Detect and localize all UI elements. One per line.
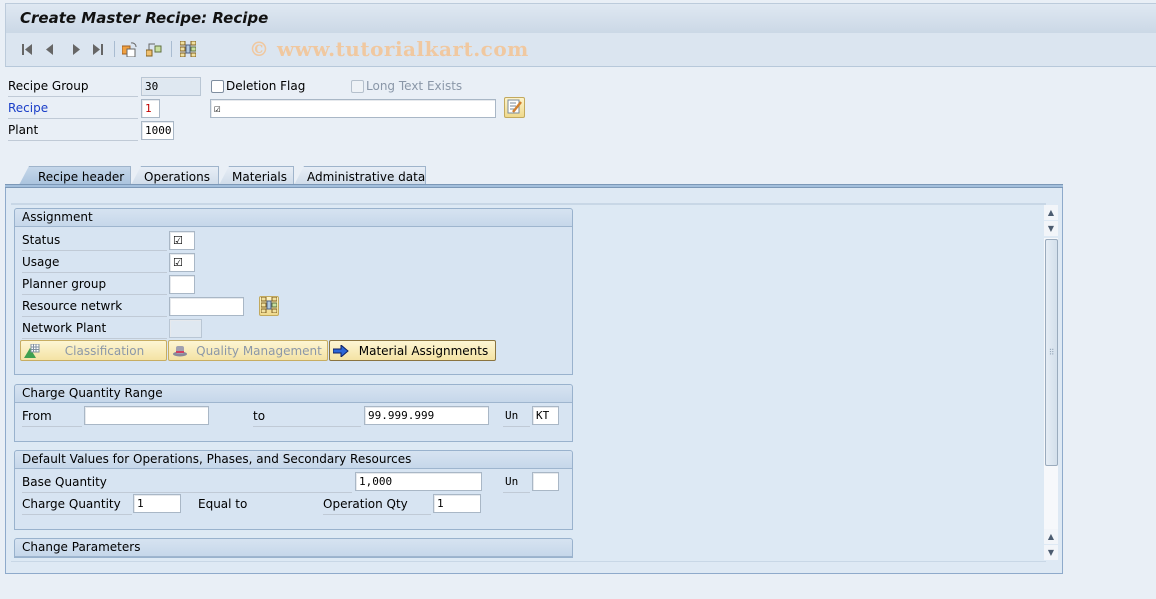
long-text-button[interactable] (504, 97, 525, 118)
arrow-up-icon: ▲ (1047, 532, 1055, 541)
from-label: From (22, 409, 82, 427)
base-unit-field[interactable] (532, 472, 559, 491)
usage-label: Usage (22, 255, 167, 273)
scrollbar-thumb[interactable]: ⠿ (1045, 239, 1058, 466)
tab-label: Administrative data (307, 170, 426, 184)
network-plant-field (169, 319, 202, 338)
tab-label: Materials (232, 170, 288, 184)
deletion-flag-checkbox[interactable] (211, 80, 224, 93)
required-entry-icon: ☑ (173, 234, 183, 247)
arrow-up-icon: ▲ (1047, 208, 1055, 217)
scroll-down-button[interactable]: ▼ (1044, 221, 1058, 236)
arrow-down-icon: ▼ (1047, 224, 1055, 233)
previous-icon[interactable] (42, 41, 58, 57)
to-label: to (253, 409, 361, 427)
tab-label: Operations (144, 170, 210, 184)
network-icon[interactable] (180, 41, 196, 57)
tab-label: Recipe header (38, 170, 125, 184)
charge-quantity-label: Charge Quantity (22, 497, 132, 515)
base-quantity-field[interactable]: 1,000 (355, 472, 482, 491)
toolbar-separator (114, 41, 115, 57)
group-title: Change Parameters (15, 539, 572, 557)
button-label: Classification (64, 343, 145, 358)
charge-to-field[interactable]: 99.999.999 (364, 406, 489, 425)
planner-group-label: Planner group (22, 277, 167, 295)
button-label: Quality Management (196, 343, 322, 358)
required-entry-icon: ☑ (214, 102, 221, 115)
group-title: Assignment (15, 209, 572, 227)
arrow-right-icon (330, 344, 352, 357)
recipe-group-label: Recipe Group (8, 79, 138, 97)
tab-operations[interactable]: Operations (131, 166, 219, 185)
status-label: Status (22, 233, 167, 251)
page-down-button[interactable]: ▼ (1044, 545, 1058, 560)
edit-icon (507, 99, 522, 117)
button-label: Material Assignments (358, 343, 489, 358)
scroll-up-button[interactable]: ▲ (1044, 205, 1058, 220)
unit-label: Un (503, 409, 530, 427)
plant-field[interactable]: 1000 (141, 121, 174, 140)
base-quantity-label: Base Quantity (22, 475, 352, 493)
next-icon[interactable] (68, 41, 84, 57)
copy-refresh-icon[interactable] (122, 41, 138, 57)
title-bar: Create Master Recipe: Recipe (5, 3, 1156, 33)
last-icon[interactable] (90, 41, 106, 57)
tab-administrative-data[interactable]: Administrative data (294, 166, 426, 185)
plant-label: Plant (8, 123, 138, 141)
required-entry-icon: ☑ (173, 256, 183, 269)
classification-icon (21, 343, 43, 358)
page-up-button[interactable]: ▲ (1044, 529, 1058, 544)
tab-recipe-header[interactable]: Recipe header (19, 166, 131, 185)
recipe-field[interactable]: 1 (141, 99, 160, 118)
long-text-exists-label: Long Text Exists (366, 79, 463, 93)
page-title: Create Master Recipe: Recipe (20, 9, 269, 27)
status-field[interactable]: ☑ (169, 231, 195, 250)
usage-field[interactable]: ☑ (169, 253, 195, 272)
recipe-label[interactable]: Recipe (8, 101, 138, 119)
network-plant-label: Network Plant (22, 321, 167, 339)
deletion-flag-label: Deletion Flag (226, 79, 306, 93)
tab-materials[interactable]: Materials (219, 166, 294, 185)
unit-label: Un (503, 475, 530, 493)
hierarchy-icon[interactable] (146, 41, 162, 57)
watermark: © www.tutorialkart.com (249, 37, 529, 61)
recipe-group-field[interactable]: 30 (141, 77, 201, 96)
group-title: Default Values for Operations, Phases, a… (15, 451, 572, 469)
recipe-description-field[interactable]: ☑ (210, 99, 496, 118)
charge-quantity-field[interactable]: 1 (133, 494, 181, 513)
arrow-down-icon: ▼ (1047, 548, 1055, 557)
resource-network-button[interactable] (259, 296, 279, 316)
charge-from-field[interactable] (84, 406, 209, 425)
planner-group-field[interactable] (169, 275, 195, 294)
charge-unit-field[interactable]: KT (532, 406, 559, 425)
grip-icon: ⠿ (1048, 348, 1055, 357)
resource-network-field[interactable] (169, 297, 244, 316)
quality-management-button[interactable]: Quality Management (168, 340, 328, 361)
application-toolbar: © www.tutorialkart.com (5, 33, 1156, 67)
operation-qty-label: Operation Qty (323, 497, 431, 515)
classification-button[interactable]: Classification (20, 340, 167, 361)
equal-to-label: Equal to (198, 497, 248, 511)
network-icon (260, 296, 278, 316)
long-text-exists-checkbox (351, 80, 364, 93)
toolbar-separator (171, 41, 172, 57)
operation-qty-field[interactable]: 1 (433, 494, 481, 513)
quality-hat-icon (169, 344, 191, 357)
change-parameters-group: Change Parameters (14, 538, 573, 558)
material-assignments-button[interactable]: Material Assignments (329, 340, 496, 361)
resource-network-label: Resource netwrk (22, 299, 167, 317)
group-title: Charge Quantity Range (15, 385, 572, 403)
first-icon[interactable] (19, 41, 35, 57)
